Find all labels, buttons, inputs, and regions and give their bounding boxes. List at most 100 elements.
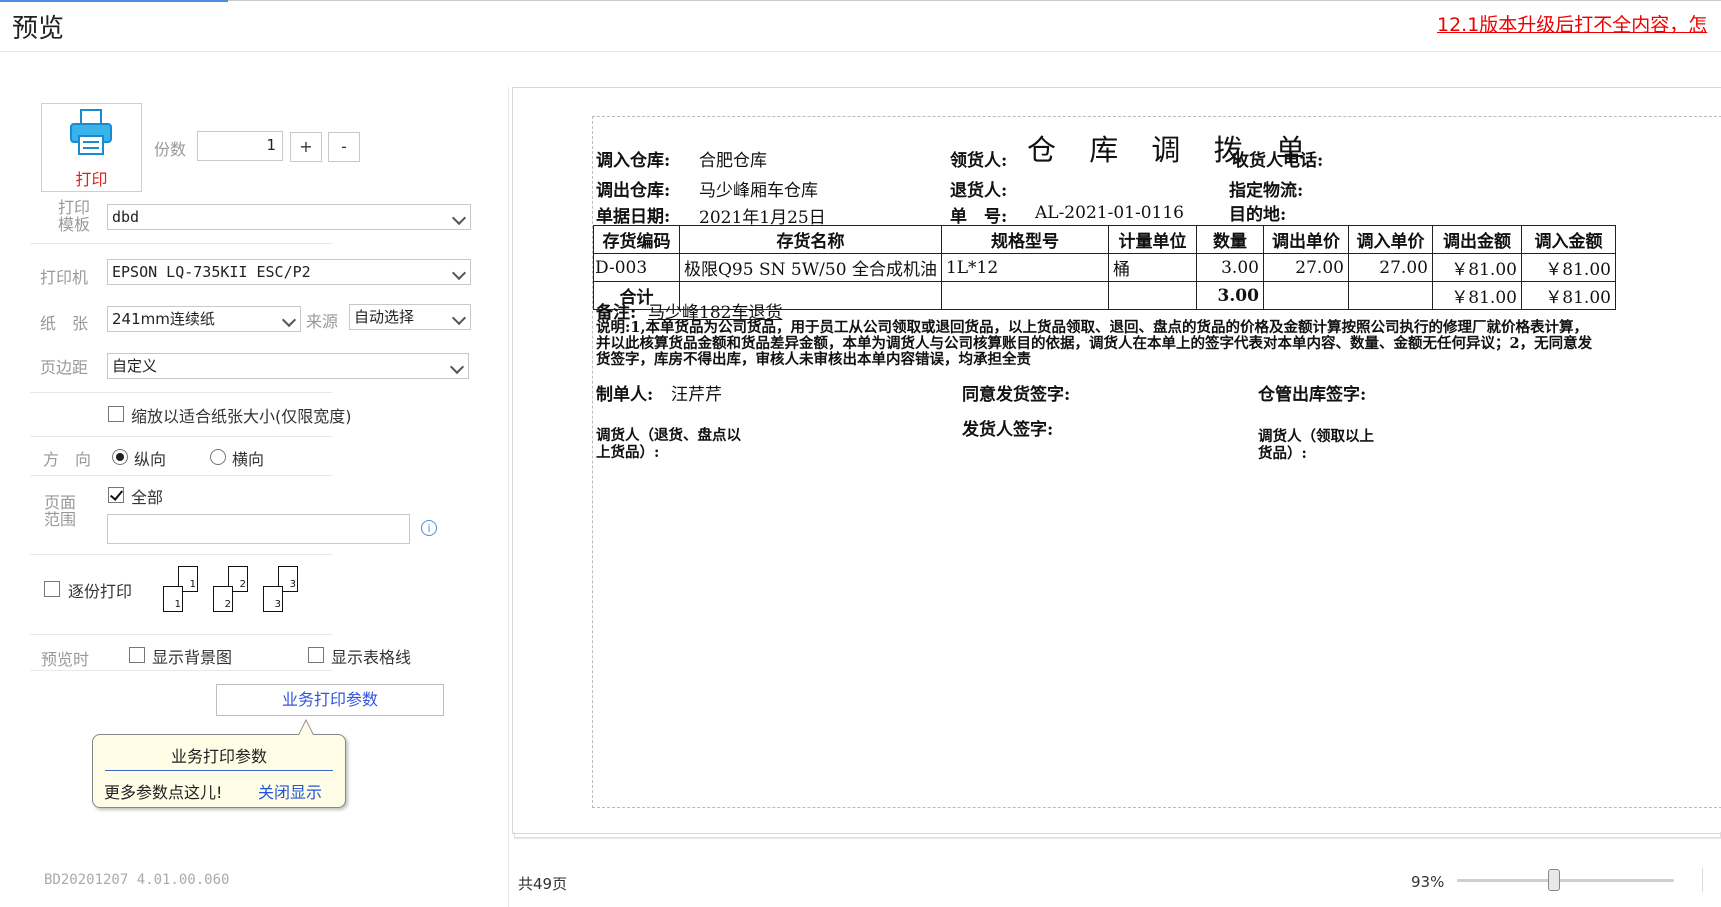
source-label: 来源: [306, 312, 339, 331]
total-quantity: 3.00: [1195, 281, 1264, 310]
maker-label: 制单人:: [596, 385, 654, 405]
col-header: 调出单价: [1262, 225, 1349, 254]
chevron-down-icon: [281, 312, 297, 328]
doc-no-label: 单 号:: [950, 207, 1008, 227]
col-header: 规格型号: [940, 225, 1109, 254]
col-header: 数量: [1195, 225, 1264, 254]
copies-minus-button[interactable]: -: [328, 132, 360, 162]
source-select[interactable]: 自动选择: [349, 304, 471, 330]
orientation-label: 方 向: [43, 450, 92, 469]
out-warehouse-value: 马少峰厢车仓库: [699, 181, 818, 201]
page-range-label: 页面 范围: [44, 493, 77, 529]
total-in-amount: ￥81.00: [1520, 281, 1616, 310]
receiver-phone-label: 收货人电话:: [1232, 151, 1324, 171]
zoom-slider[interactable]: [1457, 879, 1674, 882]
table-row: D-003 极限Q95 SN 5W/50 全合成机油 1L*12 桶 3.00 …: [593, 253, 1616, 282]
version-label: BD20201207 4.01.00.060: [44, 872, 230, 888]
paper-label: 纸 张: [40, 314, 89, 333]
copies-plus-button[interactable]: +: [290, 132, 322, 162]
preview-options-label: 预览时: [41, 650, 90, 669]
printer-label: 打印机: [40, 268, 89, 287]
in-warehouse-value: 合肥仓库: [699, 151, 767, 171]
col-header: 计量单位: [1107, 225, 1197, 254]
margin-select[interactable]: 自定义: [107, 353, 469, 379]
collate-pages-icon: 1 1 2 2 3 3: [163, 566, 303, 622]
show-background-checkbox[interactable]: [129, 647, 145, 663]
table-cell: ￥81.00: [1520, 253, 1616, 282]
warehouse-out-signature-label: 仓管出库签字:: [1258, 385, 1367, 405]
returner-label: 退货人:: [950, 181, 1008, 201]
col-header: 存货编码: [593, 225, 680, 254]
destination-label: 目的地:: [1229, 205, 1287, 225]
adjuster-return-label: 调货人（退货、盘点以上货品）:: [596, 427, 741, 461]
range-all-checkbox[interactable]: [108, 487, 124, 503]
business-print-params-button[interactable]: 业务打印参数: [216, 684, 444, 716]
template-label: 打印 模板: [58, 198, 91, 234]
print-button[interactable]: 打印: [41, 103, 142, 192]
template-select-value: dbd: [112, 208, 140, 226]
table-cell: 27.00: [1347, 253, 1433, 282]
shipper-signature-label: 发货人签字:: [962, 420, 1054, 440]
copies-label: 份数: [154, 140, 187, 159]
fit-to-page-checkbox[interactable]: [108, 406, 124, 422]
col-header: 调入单价: [1347, 225, 1433, 254]
paper-select-value: 241mm连续纸: [112, 310, 215, 328]
template-select[interactable]: dbd: [107, 204, 471, 230]
landscape-label: 横向: [232, 450, 265, 469]
collate-checkbox[interactable]: [44, 581, 60, 597]
paper-select[interactable]: 241mm连续纸: [107, 306, 301, 332]
show-background-label: 显示背景图: [152, 648, 233, 667]
logistics-label: 指定物流:: [1229, 181, 1304, 201]
table-cell: 3.00: [1195, 253, 1264, 282]
landscape-radio[interactable]: [210, 449, 226, 465]
chevron-down-icon: [449, 359, 465, 375]
terms-note: 说明:1,本单货品为公司货品，用于员工从公司领取或退回货品，以上货品领取、退回、…: [596, 319, 1593, 368]
zoom-level: 93%: [1411, 873, 1445, 891]
printer-select-value: EPSON LQ-735KII ESC/P2: [112, 263, 311, 281]
table-header-row: 存货编码 存货名称 规格型号 计量单位 数量 调出单价 调入单价 调出金额 调入…: [593, 225, 1616, 254]
upgrade-notice-link[interactable]: 12.1版本升级后打不全内容，怎: [1437, 10, 1707, 37]
table-cell: 27.00: [1262, 253, 1349, 282]
tooltip-title: 业务打印参数: [170, 747, 267, 766]
receiver-label: 领货人:: [950, 151, 1008, 171]
print-button-label: 打印: [75, 170, 108, 189]
total-out-amount: ￥81.00: [1431, 281, 1522, 310]
maker-value: 汪芹芹: [671, 385, 722, 405]
chevron-down-icon: [451, 210, 467, 226]
printer-icon: [70, 109, 112, 155]
show-gridlines-label: 显示表格线: [331, 648, 412, 667]
date-label: 单据日期:: [596, 207, 671, 227]
agree-ship-signature-label: 同意发货签字:: [962, 385, 1071, 405]
page-range-input[interactable]: [107, 514, 410, 544]
margin-label: 页边距: [40, 358, 89, 377]
page-title: 预览: [12, 14, 65, 44]
col-header: 存货名称: [679, 225, 942, 254]
params-tooltip: 业务打印参数 更多参数点这儿! 关闭显示: [92, 734, 346, 808]
source-select-value: 自动选择: [354, 308, 415, 326]
page-count: 共49页: [518, 875, 568, 893]
tooltip-close-link[interactable]: 关闭显示: [258, 779, 322, 803]
adjuster-collect-label: 调货人（领取以上货品）:: [1258, 428, 1374, 462]
copies-input[interactable]: 1: [197, 131, 283, 161]
chevron-down-icon: [451, 265, 467, 281]
col-header: 调出金额: [1431, 225, 1522, 254]
table-cell: 桶: [1107, 253, 1197, 282]
table-cell: 极限Q95 SN 5W/50 全合成机油: [679, 253, 942, 282]
range-all-label: 全部: [131, 488, 164, 507]
table-cell: 1L*12: [940, 253, 1109, 282]
fit-to-page-label: 缩放以适合纸张大小(仅限宽度): [131, 407, 352, 426]
portrait-radio[interactable]: [112, 449, 128, 465]
out-warehouse-label: 调出仓库:: [596, 181, 671, 201]
zoom-slider-thumb[interactable]: [1548, 869, 1560, 891]
doc-no-value: AL-2021-01-0116: [1035, 203, 1184, 223]
table-cell: ￥81.00: [1431, 253, 1522, 282]
collate-label: 逐份打印: [68, 582, 133, 601]
in-warehouse-label: 调入仓库:: [596, 151, 671, 171]
tooltip-text: 更多参数点这儿!: [104, 783, 223, 802]
show-gridlines-checkbox[interactable]: [308, 647, 324, 663]
col-header: 调入金额: [1520, 225, 1616, 254]
printer-select[interactable]: EPSON LQ-735KII ESC/P2: [107, 259, 471, 285]
table-cell: D-003: [593, 253, 680, 282]
info-icon[interactable]: i: [421, 520, 437, 536]
chevron-down-icon: [451, 310, 467, 326]
